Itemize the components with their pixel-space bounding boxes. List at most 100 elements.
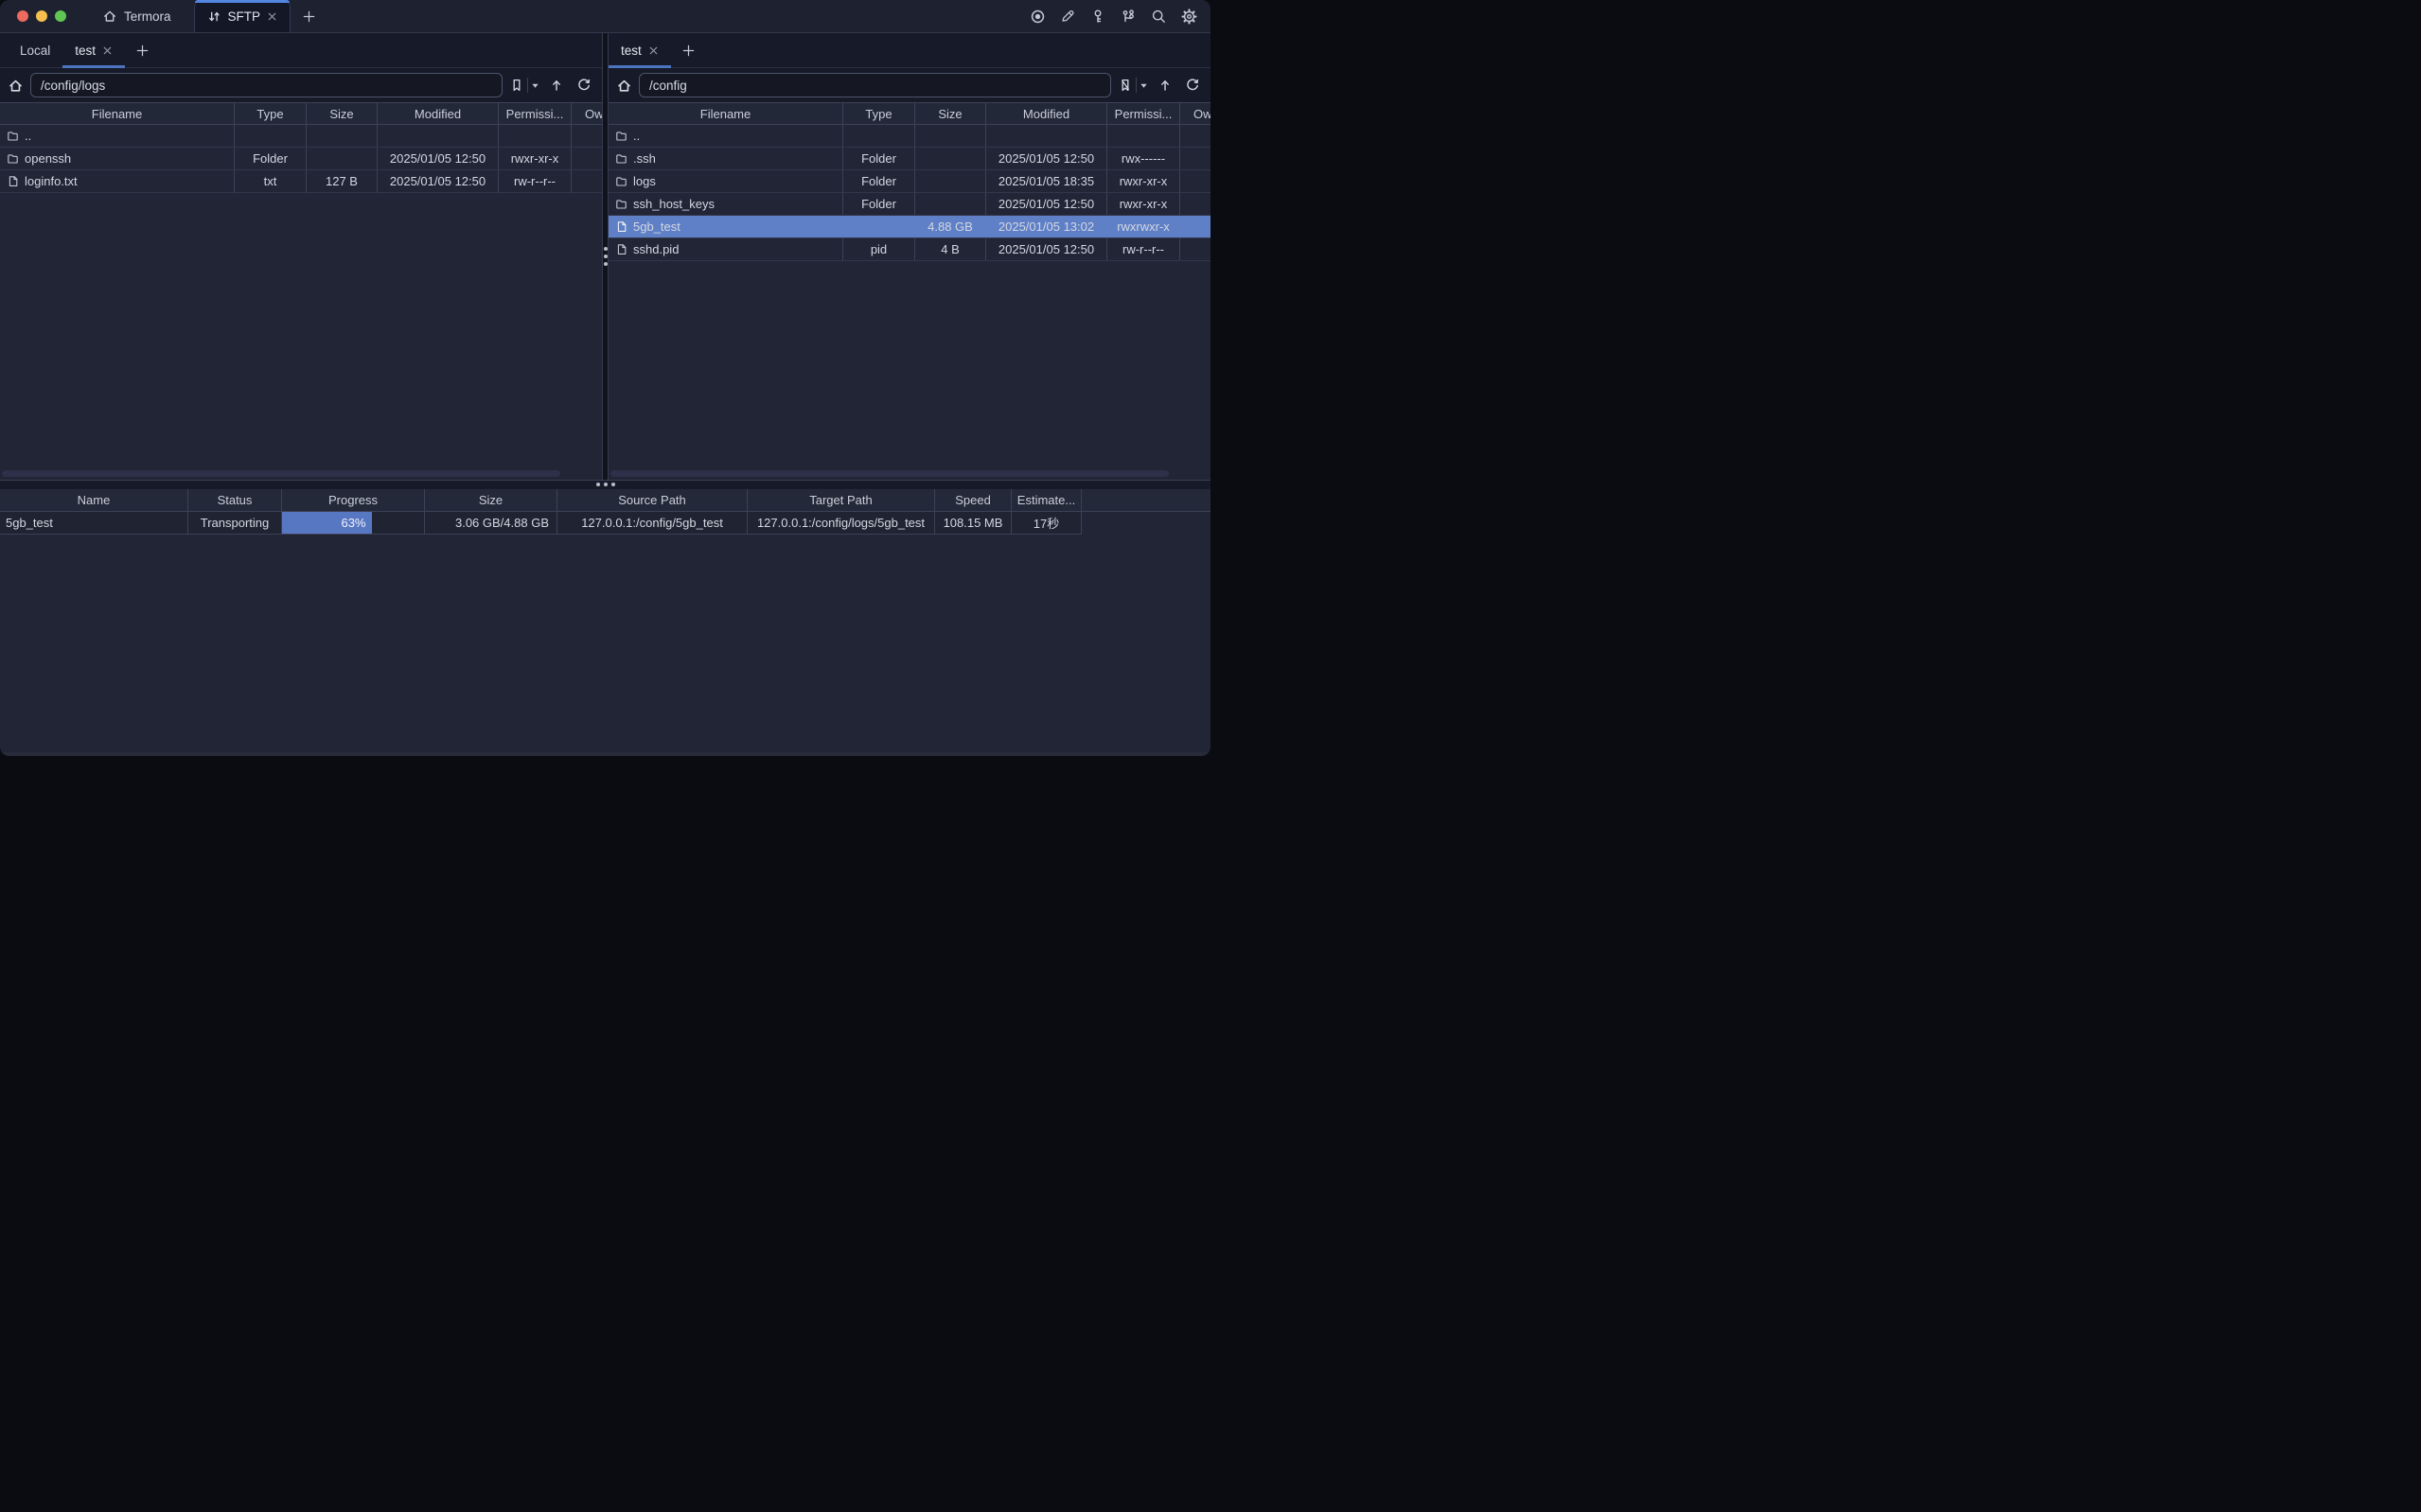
- owner-cell: [572, 148, 602, 169]
- transfer-col-speed[interactable]: Speed: [935, 489, 1012, 511]
- home-icon: [102, 9, 117, 24]
- right-col-filename[interactable]: Filename: [609, 103, 843, 124]
- new-tab-button[interactable]: [291, 0, 327, 32]
- tab-termora[interactable]: Termora: [91, 0, 183, 32]
- transfer-col-estimate[interactable]: Estimate...: [1012, 489, 1082, 511]
- permissions-cell: [499, 125, 572, 147]
- record-icon[interactable]: [1027, 6, 1048, 26]
- table-row[interactable]: ..: [609, 125, 1210, 148]
- tab-sftp-close-icon[interactable]: [267, 11, 277, 22]
- transfer-table-header: Name Status Progress Size Source Path Ta…: [0, 489, 1210, 512]
- left-path-input[interactable]: [30, 73, 503, 97]
- table-row[interactable]: openssh Folder 2025/01/05 12:50 rwxr-xr-…: [0, 148, 602, 170]
- left-col-size[interactable]: Size: [307, 103, 378, 124]
- table-row[interactable]: .ssh Folder 2025/01/05 12:50 rwx------: [609, 148, 1210, 170]
- right-path-input[interactable]: [639, 73, 1111, 97]
- type-cell: Folder: [235, 148, 307, 169]
- table-row[interactable]: logs Folder 2025/01/05 18:35 rwxr-xr-x: [609, 170, 1210, 193]
- key-icon[interactable]: [1087, 6, 1108, 26]
- right-col-type[interactable]: Type: [843, 103, 915, 124]
- owner-cell: [1180, 125, 1210, 147]
- transfer-col-size[interactable]: Size: [425, 489, 557, 511]
- minimize-window-button[interactable]: [36, 10, 47, 22]
- right-pane-new-tab-button[interactable]: [671, 33, 706, 67]
- transfer-col-target-path[interactable]: Target Path: [748, 489, 935, 511]
- size-cell: [915, 148, 986, 169]
- left-col-filename[interactable]: Filename: [0, 103, 235, 124]
- left-col-type[interactable]: Type: [235, 103, 307, 124]
- transfer-target-path-cell: 127.0.0.1:/config/logs/5gb_test: [748, 512, 935, 535]
- modified-cell: 2025/01/05 12:50: [986, 148, 1107, 169]
- right-tab-test-close-icon[interactable]: [648, 45, 659, 56]
- left-up-directory-button[interactable]: [546, 75, 567, 96]
- right-col-owner[interactable]: Owner: [1180, 103, 1210, 124]
- permissions-cell: rwx------: [1107, 148, 1180, 169]
- tab-sftp-label: SFTP: [228, 9, 261, 24]
- modified-cell: [986, 125, 1107, 147]
- left-pane-new-tab-button[interactable]: [125, 33, 160, 67]
- size-cell: 127 B: [307, 170, 378, 192]
- table-row[interactable]: loginfo.txt txt 127 B 2025/01/05 12:50 r…: [0, 170, 602, 193]
- left-file-table: Filename Type Size Modified Permissi... …: [0, 102, 602, 480]
- table-row[interactable]: ssh_host_keys Folder 2025/01/05 12:50 rw…: [609, 193, 1210, 216]
- right-bookmark-button[interactable]: [1118, 78, 1148, 93]
- search-icon[interactable]: [1148, 6, 1169, 26]
- left-bookmark-button[interactable]: [509, 78, 539, 93]
- modified-cell: 2025/01/05 12:50: [986, 193, 1107, 215]
- left-home-icon[interactable]: [8, 78, 24, 94]
- modified-cell: 2025/01/05 18:35: [986, 170, 1107, 192]
- transfer-col-progress[interactable]: Progress: [282, 489, 425, 511]
- titlebar: Termora SFTP: [0, 0, 1210, 33]
- filename-label: ..: [25, 129, 31, 143]
- left-refresh-button[interactable]: [574, 75, 594, 96]
- filename-label: ..: [633, 129, 640, 143]
- left-col-modified[interactable]: Modified: [378, 103, 499, 124]
- permissions-cell: [1107, 125, 1180, 147]
- transfer-col-source-path[interactable]: Source Path: [557, 489, 748, 511]
- left-tab-local-label: Local: [20, 44, 50, 58]
- right-col-size[interactable]: Size: [915, 103, 986, 124]
- left-pane-tabstrip: Local test: [0, 33, 602, 68]
- right-table-header: Filename Type Size Modified Permissi... …: [609, 102, 1210, 125]
- folder-icon: [615, 130, 627, 142]
- right-up-directory-button[interactable]: [1155, 75, 1175, 96]
- filename-label: ssh_host_keys: [633, 197, 715, 211]
- transfer-panel-splitter-handle-icon: [596, 483, 615, 486]
- tab-sftp[interactable]: SFTP: [194, 0, 292, 32]
- right-horizontal-scrollbar[interactable]: [610, 470, 1169, 477]
- transfer-progress-cell: 63%: [282, 512, 425, 535]
- transfer-updown-icon: [207, 9, 221, 24]
- left-tab-test[interactable]: test: [62, 33, 125, 67]
- transfer-col-name[interactable]: Name: [0, 489, 188, 511]
- modified-cell: [378, 125, 499, 147]
- right-tab-test[interactable]: test: [609, 33, 671, 67]
- permissions-cell: rwxrwxr-x: [1107, 216, 1180, 237]
- right-col-modified[interactable]: Modified: [986, 103, 1107, 124]
- pane-splitter[interactable]: [602, 33, 609, 480]
- close-window-button[interactable]: [17, 10, 28, 22]
- type-cell: txt: [235, 170, 307, 192]
- table-row[interactable]: ..: [0, 125, 602, 148]
- bookmark-split-divider: [527, 78, 528, 93]
- transfer-name-cell: 5gb_test: [0, 512, 188, 535]
- left-col-permissions[interactable]: Permissi...: [499, 103, 572, 124]
- right-col-permissions[interactable]: Permissi...: [1107, 103, 1180, 124]
- transfer-panel-splitter[interactable]: [0, 480, 1210, 489]
- type-cell: [843, 125, 915, 147]
- transfer-row[interactable]: 5gb_test Transporting 63% 3.06 GB/4.88 G…: [0, 512, 1210, 535]
- left-horizontal-scrollbar[interactable]: [2, 470, 560, 477]
- right-home-icon[interactable]: [616, 78, 632, 94]
- table-row-selected[interactable]: 5gb_test 4.88 GB 2025/01/05 13:02 rwxrwx…: [609, 216, 1210, 238]
- chevron-down-icon[interactable]: [1140, 81, 1148, 90]
- table-row[interactable]: sshd.pid pid 4 B 2025/01/05 12:50 rw-r--…: [609, 238, 1210, 261]
- branch-icon[interactable]: [1118, 6, 1139, 26]
- edit-icon[interactable]: [1057, 6, 1078, 26]
- settings-icon[interactable]: [1178, 6, 1199, 26]
- transfer-col-status[interactable]: Status: [188, 489, 282, 511]
- right-refresh-button[interactable]: [1182, 75, 1203, 96]
- chevron-down-icon[interactable]: [531, 81, 539, 90]
- zoom-window-button[interactable]: [55, 10, 66, 22]
- left-tab-local[interactable]: Local: [8, 33, 62, 67]
- left-col-owner[interactable]: Owner: [572, 103, 602, 124]
- left-tab-test-close-icon[interactable]: [102, 45, 113, 56]
